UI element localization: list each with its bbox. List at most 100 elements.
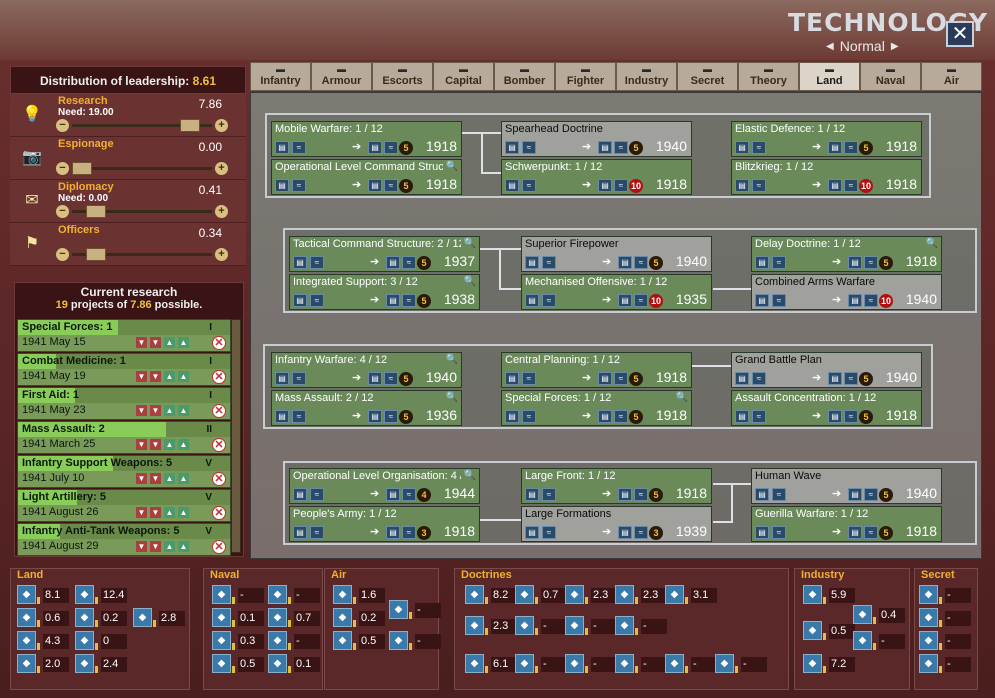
move-top-button[interactable]: ▲ — [178, 473, 189, 484]
move-up-button[interactable]: ▲ — [164, 371, 175, 382]
tab-infantry[interactable]: ▬ Infantry — [250, 62, 311, 91]
research-project[interactable]: Special Forces: 1 I 1941 May 15 ▼ ▼ ▲ ▲ ✕ — [17, 319, 231, 352]
move-down-button[interactable]: ▼ — [150, 507, 161, 518]
tab-fighter[interactable]: ▬ Fighter — [555, 62, 616, 91]
tech-node[interactable]: Central Planning: 1 / 12 ▤ ≈ ➔ ▤ ≈5 1918 — [501, 352, 692, 388]
cancel-research-button[interactable]: ✕ — [212, 370, 226, 384]
tech-node[interactable]: Integrated Support: 3 / 12 🔍 ▤ ≈ ➔ ▤ ≈5 1938 — [289, 274, 480, 310]
move-top-button[interactable]: ▲ — [178, 337, 189, 348]
move-bottom-button[interactable]: ▼ — [136, 405, 147, 416]
diplomacy-minus-button[interactable]: − — [56, 205, 69, 218]
espionage-minus-button[interactable]: − — [56, 162, 69, 175]
next-mode-icon[interactable]: ▶ — [891, 41, 899, 52]
magnifier-icon[interactable]: 🔍 — [464, 276, 476, 287]
research-project[interactable]: First Aid: 1 I 1941 May 23 ▼ ▼ ▲ ▲ ✕ — [17, 387, 231, 420]
tech-node[interactable]: Mobile Warfare: 1 / 12 ▤ ≈ ➔ ▤ ≈5 1918 — [271, 121, 462, 157]
move-down-button[interactable]: ▼ — [150, 337, 161, 348]
tech-node[interactable]: Human Wave ▤ ≈ ➔ ▤ ≈5 1940 — [751, 468, 942, 504]
move-up-button[interactable]: ▲ — [164, 337, 175, 348]
espionage-slider[interactable]: − + — [56, 162, 228, 176]
officers-slider[interactable]: − + — [56, 248, 228, 262]
espionage-plus-button[interactable]: + — [215, 162, 228, 175]
diplomacy-plus-button[interactable]: + — [215, 205, 228, 218]
move-down-button[interactable]: ▼ — [150, 473, 161, 484]
tech-node[interactable]: Spearhead Doctrine ▤ ≈ ➔ ▤ ≈5 1940 — [501, 121, 692, 157]
tech-node[interactable]: Mass Assault: 2 / 12 🔍 ▤ ≈ ➔ ▤ ≈5 1936 — [271, 390, 462, 426]
move-bottom-button[interactable]: ▼ — [136, 473, 147, 484]
tab-armour[interactable]: ▬ Armour — [311, 62, 372, 91]
magnifier-icon[interactable]: 🔍 — [446, 161, 458, 172]
move-bottom-button[interactable]: ▼ — [136, 439, 147, 450]
research-project[interactable]: Light Artillery: 5 V 1941 August 26 ▼ ▼ ▲ ▲ ✕ — [17, 489, 231, 522]
move-top-button[interactable]: ▲ — [178, 405, 189, 416]
cancel-research-button[interactable]: ✕ — [212, 336, 226, 350]
research-slider-knob[interactable] — [180, 119, 200, 132]
tab-industry[interactable]: ▬ Industry — [616, 62, 677, 91]
move-up-button[interactable]: ▲ — [164, 405, 175, 416]
move-top-button[interactable]: ▲ — [178, 541, 189, 552]
tab-escorts[interactable]: ▬ Escorts — [372, 62, 433, 91]
move-up-button[interactable]: ▲ — [164, 507, 175, 518]
magnifier-icon[interactable]: 🔍 — [676, 392, 688, 403]
research-project[interactable]: Mass Assault: 2 II 1941 March 25 ▼ ▼ ▲ ▲ ✕ — [17, 421, 231, 454]
cancel-research-button[interactable]: ✕ — [212, 540, 226, 554]
research-project[interactable]: Infantry Support Weapons: 5 V 1941 July 10… — [17, 455, 231, 488]
tech-node[interactable]: Operational Level Command Struc ... 🔍 ▤ ≈ ➔ ▤… — [271, 159, 462, 195]
officers-plus-button[interactable]: + — [215, 248, 228, 261]
tech-node[interactable]: Elastic Defence: 1 / 12 ▤ ≈ ➔ ▤ ≈5 1918 — [731, 121, 922, 157]
officers-minus-button[interactable]: − — [56, 248, 69, 261]
espionage-slider-knob[interactable] — [72, 162, 92, 175]
move-up-button[interactable]: ▲ — [164, 439, 175, 450]
tech-node[interactable]: Combined Arms Warfare ▤ ≈ ➔ ▤ ≈10 1940 — [751, 274, 942, 310]
magnifier-icon[interactable]: 🔍 — [446, 354, 458, 365]
tech-node[interactable]: Schwerpunkt: 1 / 12 ▤ ≈ ➔ ▤ ≈10 1918 — [501, 159, 692, 195]
move-top-button[interactable]: ▲ — [178, 371, 189, 382]
move-down-button[interactable]: ▼ — [150, 439, 161, 450]
magnifier-icon[interactable]: 🔍 — [464, 470, 476, 481]
research-project[interactable]: Infantry Anti-Tank Weapons: 5 V 1941 Augus… — [17, 523, 231, 556]
research-project[interactable]: Combat Medicine: 1 I 1941 May 19 ▼ ▼ ▲ ▲ ✕ — [17, 353, 231, 386]
tab-land[interactable]: ▬ Land — [799, 62, 860, 91]
cancel-research-button[interactable]: ✕ — [212, 404, 226, 418]
research-slider[interactable]: − + — [56, 119, 228, 133]
cancel-research-button[interactable]: ✕ — [212, 438, 226, 452]
prev-mode-icon[interactable]: ◀ — [826, 41, 834, 52]
tech-node[interactable]: People's Army: 1 / 12 ▤ ≈ ➔ ▤ ≈3 1918 — [289, 506, 480, 542]
research-minus-button[interactable]: − — [56, 119, 69, 132]
move-bottom-button[interactable]: ▼ — [136, 371, 147, 382]
move-down-button[interactable]: ▼ — [150, 371, 161, 382]
magnifier-icon[interactable]: 🔍 — [446, 392, 458, 403]
move-up-button[interactable]: ▲ — [164, 473, 175, 484]
tech-node[interactable]: Superior Firepower ▤ ≈ ➔ ▤ ≈5 1940 — [521, 236, 712, 272]
research-scrollbar[interactable] — [231, 319, 241, 553]
cancel-research-button[interactable]: ✕ — [212, 506, 226, 520]
tech-node[interactable]: Guerilla Warfare: 1 / 12 ▤ ≈ ➔ ▤ ≈5 1918 — [751, 506, 942, 542]
tech-node[interactable]: Grand Battle Plan ▤ ≈ ➔ ▤ ≈5 1940 — [731, 352, 922, 388]
move-bottom-button[interactable]: ▼ — [136, 507, 147, 518]
tech-node[interactable]: Operational Level Organisation: 4 / 12 🔍 ▤… — [289, 468, 480, 504]
tech-node[interactable]: Mechanised Offensive: 1 / 12 ▤ ≈ ➔ ▤ ≈10 1935 — [521, 274, 712, 310]
cancel-research-button[interactable]: ✕ — [212, 472, 226, 486]
move-bottom-button[interactable]: ▼ — [136, 541, 147, 552]
move-down-button[interactable]: ▼ — [150, 405, 161, 416]
move-top-button[interactable]: ▲ — [178, 507, 189, 518]
diplomacy-slider[interactable]: − + — [56, 205, 228, 219]
tech-node[interactable]: Tactical Command Structure: 2 / 12 🔍 ▤ ≈ ➔ ▤ ≈… — [289, 236, 480, 272]
magnifier-icon[interactable]: 🔍 — [926, 238, 938, 249]
tech-node[interactable]: Large Front: 1 / 12 ▤ ≈ ➔ ▤ ≈5 1918 — [521, 468, 712, 504]
tech-node[interactable]: Infantry Warfare: 4 / 12 🔍 ▤ ≈ ➔ ▤ ≈5 1940 — [271, 352, 462, 388]
research-plus-button[interactable]: + — [215, 119, 228, 132]
diplomacy-slider-knob[interactable] — [86, 205, 106, 218]
tab-naval[interactable]: ▬ Naval — [860, 62, 921, 91]
tech-node[interactable]: Blitzkrieg: 1 / 12 ▤ ≈ ➔ ▤ ≈10 1918 — [731, 159, 922, 195]
magnifier-icon[interactable]: 🔍 — [464, 238, 476, 249]
tab-theory[interactable]: ▬ Theory — [738, 62, 799, 91]
move-bottom-button[interactable]: ▼ — [136, 337, 147, 348]
move-up-button[interactable]: ▲ — [164, 541, 175, 552]
tech-node[interactable]: Large Formations ▤ ≈ ➔ ▤ ≈3 1939 — [521, 506, 712, 542]
tab-air[interactable]: ▬ Air — [921, 62, 982, 91]
move-top-button[interactable]: ▲ — [178, 439, 189, 450]
tech-node[interactable]: Assault Concentration: 1 / 12 ▤ ≈ ➔ ▤ ≈5 1918 — [731, 390, 922, 426]
tab-secret[interactable]: ▬ Secret — [677, 62, 738, 91]
tab-capital[interactable]: ▬ Capital — [433, 62, 494, 91]
